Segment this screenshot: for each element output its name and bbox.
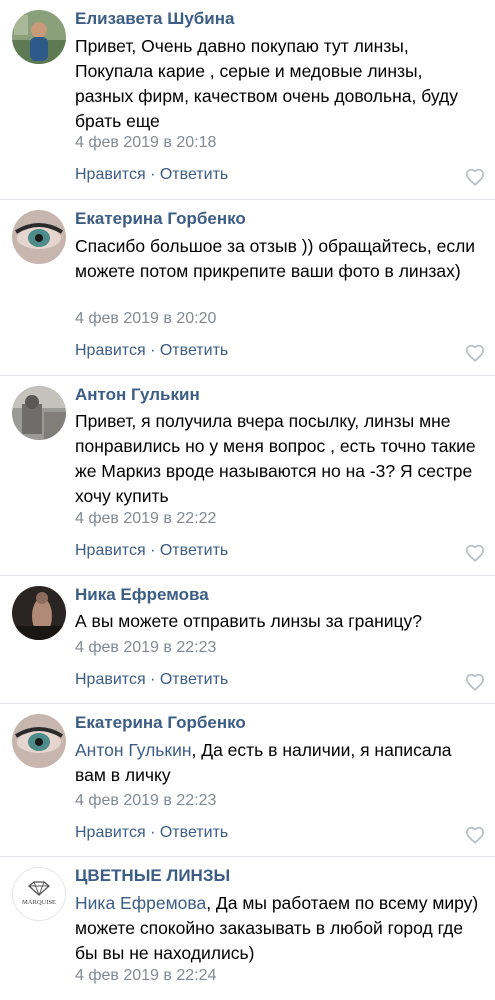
comment-date[interactable]: 4 фев 2019 в 22:23: [75, 639, 216, 657]
comment-author[interactable]: ЦВЕТНЫЕ ЛИНЗЫ: [75, 866, 230, 886]
comment-author[interactable]: Антон Гулькин: [75, 385, 200, 405]
comment-date[interactable]: 4 фев 2019 в 22:22: [75, 510, 216, 528]
comment-item: Антон Гулькин Привет, я получила вчера п…: [0, 376, 495, 576]
comment-item: Екатерина Горбенко Антон Гулькин, Да ест…: [0, 704, 495, 857]
avatar[interactable]: [12, 210, 66, 264]
comment-author[interactable]: Екатерина Горбенко: [75, 713, 246, 733]
like-link[interactable]: Нравится: [75, 342, 146, 359]
comment-author[interactable]: Елизавета Шубина: [75, 9, 234, 29]
separator: ·: [150, 824, 160, 841]
heart-icon[interactable]: [465, 826, 485, 844]
separator: ·: [150, 542, 160, 559]
avatar[interactable]: MARQUISE: [12, 867, 66, 921]
reply-link[interactable]: Ответить: [160, 824, 228, 841]
heart-icon[interactable]: [465, 544, 485, 562]
comment-text: А вы можете отправить линзы за границу?: [75, 611, 423, 631]
comment-text: Привет, я получила вчера посылку, линзы …: [75, 411, 476, 506]
heart-icon[interactable]: [465, 168, 485, 186]
like-link[interactable]: Нравится: [75, 824, 146, 841]
comment-item: MARQUISE ЦВЕТНЫЕ ЛИНЗЫ Ника Ефремова, Да…: [0, 857, 495, 1000]
comment-item: Елизавета Шубина Привет, Очень давно пок…: [0, 0, 495, 200]
comment-actions: Нравится · Ответить: [75, 824, 228, 842]
reply-link[interactable]: Ответить: [160, 671, 228, 688]
comment-text: Антон Гулькин, Да есть в наличии, я напи…: [75, 738, 485, 788]
comment-author[interactable]: Ника Ефремова: [75, 585, 209, 605]
comment-date[interactable]: 4 фев 2019 в 20:18: [75, 134, 216, 152]
comment-item: Екатерина Горбенко Спасибо большое за от…: [0, 200, 495, 376]
heart-icon[interactable]: [465, 673, 485, 691]
reply-link[interactable]: Ответить: [160, 542, 228, 559]
like-link[interactable]: Нравится: [75, 542, 146, 559]
separator: ·: [150, 342, 160, 359]
like-link[interactable]: Нравится: [75, 671, 146, 688]
avatar[interactable]: [12, 10, 66, 64]
comment-author[interactable]: Екатерина Горбенко: [75, 209, 246, 229]
mention-link[interactable]: Антон Гулькин: [75, 740, 192, 760]
comment-text: Привет, Очень давно покупаю тут линзы, П…: [75, 36, 458, 131]
separator: ·: [150, 166, 160, 183]
avatar[interactable]: [12, 586, 66, 640]
avatar[interactable]: [12, 714, 66, 768]
comment-actions: Нравится · Ответить: [75, 166, 228, 184]
like-link[interactable]: Нравится: [75, 166, 146, 183]
comment-date[interactable]: 4 фев 2019 в 22:23: [75, 792, 216, 810]
heart-icon[interactable]: [465, 344, 485, 362]
comment-actions: Нравится · Ответить: [75, 542, 228, 560]
separator: ·: [150, 671, 160, 688]
comment-item: Ника Ефремова А вы можете отправить линз…: [0, 576, 495, 704]
avatar[interactable]: [12, 386, 66, 440]
reply-link[interactable]: Ответить: [160, 342, 228, 359]
comment-actions: Нравится · Ответить: [75, 342, 228, 360]
comment-text: Спасибо большое за отзыв )) обращайтесь,…: [75, 236, 476, 281]
comments-feed: Елизавета Шубина Привет, Очень давно пок…: [0, 0, 495, 1000]
brand-logo-text: MARQUISE: [22, 899, 56, 906]
comment-text: Ника Ефремова, Да мы работаем по всему м…: [75, 891, 485, 966]
comment-date[interactable]: 4 фев 2019 в 22:24: [75, 967, 216, 985]
reply-link[interactable]: Ответить: [160, 166, 228, 183]
comment-actions: Нравится · Ответить: [75, 671, 228, 689]
comment-date[interactable]: 4 фев 2019 в 20:20: [75, 310, 216, 328]
mention-link[interactable]: Ника Ефремова: [75, 893, 206, 913]
